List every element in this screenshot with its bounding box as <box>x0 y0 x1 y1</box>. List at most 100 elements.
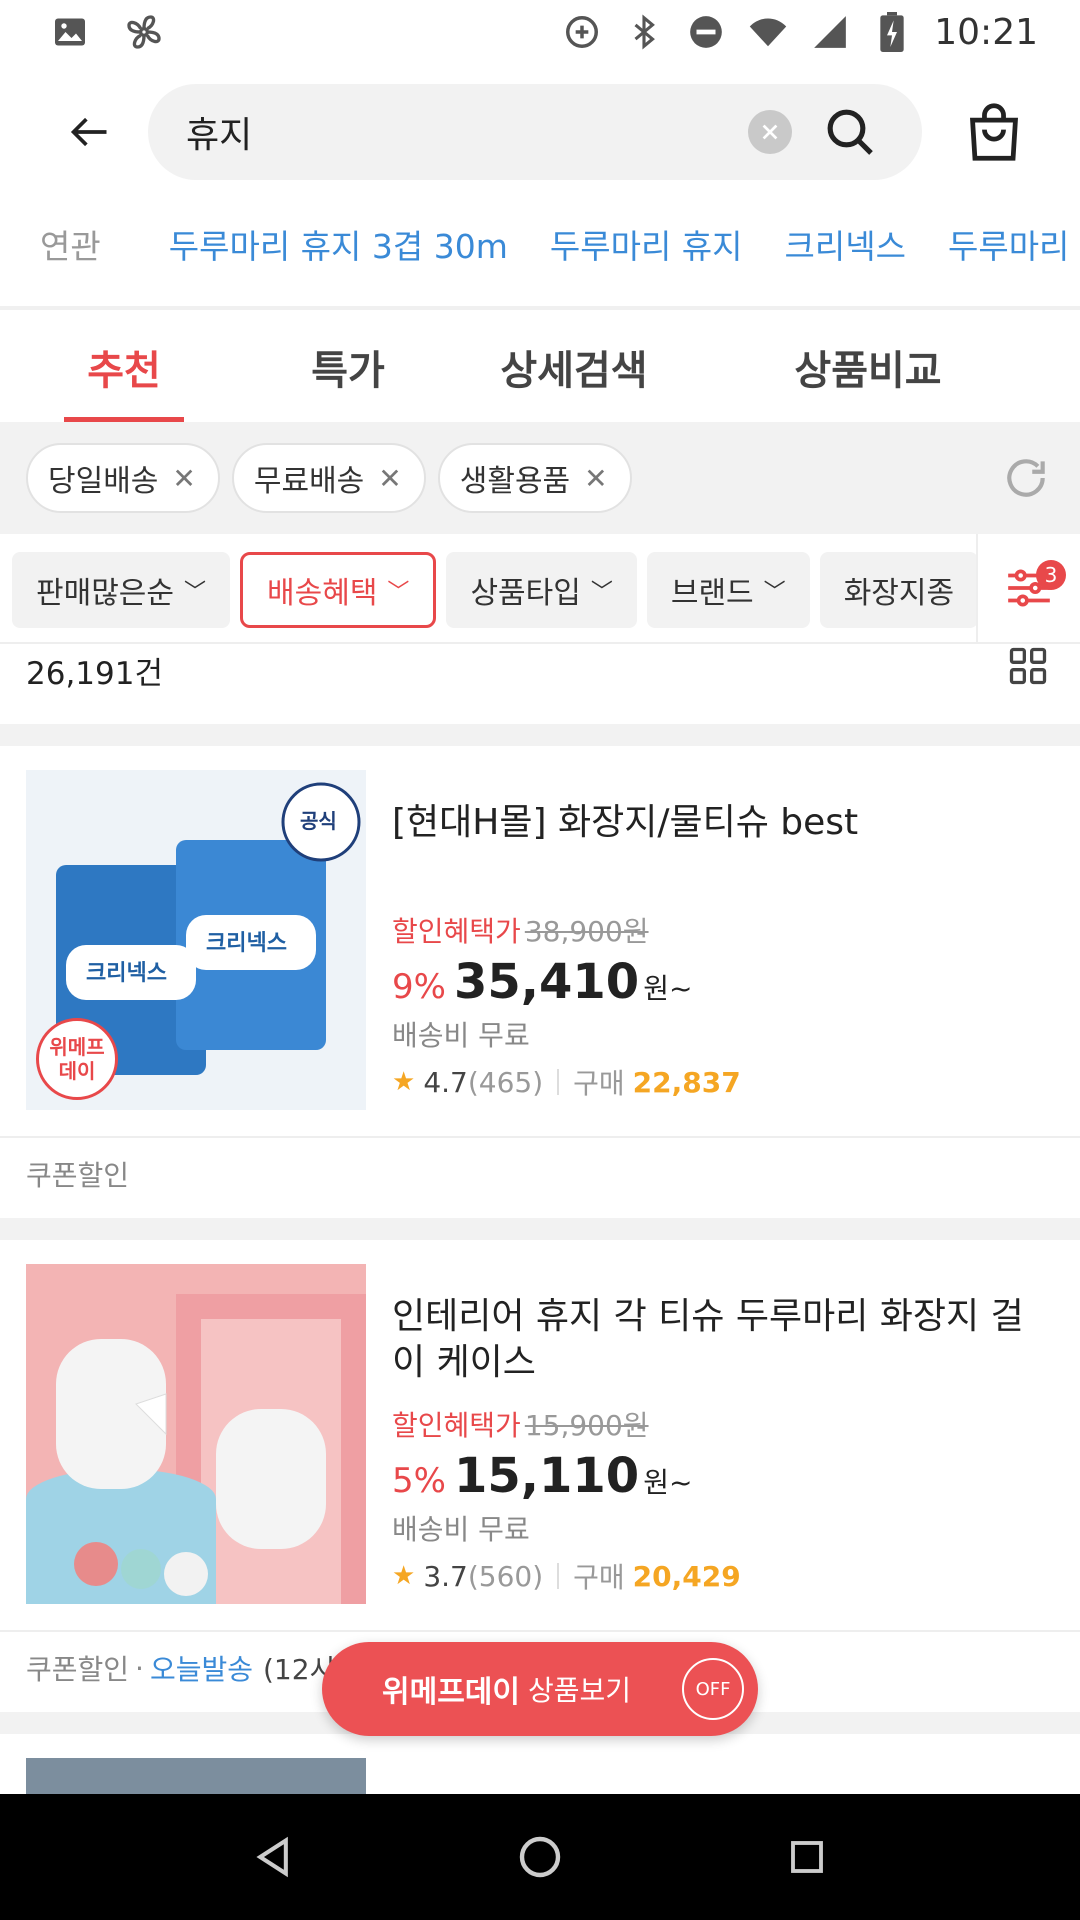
shipping-benefit-dropdown[interactable]: 배송혜택 ﹀ <box>240 552 437 628</box>
chip-label: 생활용품 <box>459 464 571 499</box>
banner-off-toggle[interactable]: OFF <box>682 1658 744 1720</box>
dnd-icon <box>686 12 726 52</box>
cart-button[interactable] <box>962 100 1026 164</box>
product-card[interactable] <box>0 1734 1080 1794</box>
grid-view-icon[interactable] <box>1006 644 1050 688</box>
product-card[interactable]: 크리넥스 크리넥스 공식 위메프 데이 [현대H몰] 화장지/물티슈 best … <box>0 746 1080 1218</box>
product-info: [현대H몰] 화장지/물티슈 best 할인혜택가 38,900원 9% 35,4… <box>392 800 1052 1102</box>
wemep-day-banner-button[interactable]: 위메프데이 상품보기 OFF <box>322 1642 758 1736</box>
data-saver-icon <box>562 12 602 52</box>
chevron-down-icon: ﹀ <box>590 580 613 605</box>
discount-price-label: 할인혜택가 <box>392 915 521 948</box>
chip-label: 당일배송 <box>48 464 159 499</box>
chevron-down-icon: ﹀ <box>763 580 786 605</box>
search-header <box>0 84 1080 180</box>
brand-dropdown[interactable]: 브랜드 ﹀ <box>646 552 810 628</box>
search-box <box>148 84 922 180</box>
filter-chip[interactable]: 생활용품 ✕ <box>437 443 632 513</box>
rating-score: 4.7 <box>423 1065 468 1099</box>
related-keyword[interactable]: 크리넥스 <box>785 220 906 268</box>
same-day-ship-tag: 오늘발송 <box>149 1653 253 1686</box>
tab-detailed-search[interactable]: 상세검색 <box>474 312 674 422</box>
dropdown-label: 브랜드 <box>670 576 754 611</box>
active-filter-chips: 당일배송 ✕ 무료배송 ✕ 생활용품 ✕ <box>0 422 1080 534</box>
bluetooth-icon <box>624 12 664 52</box>
discount-percent: 9% <box>392 967 446 1007</box>
currency-unit: 원~ <box>643 972 693 1005</box>
svg-text:크리넥스: 크리넥스 <box>86 961 167 986</box>
product-image[interactable] <box>26 1264 366 1604</box>
battery-icon <box>872 12 912 52</box>
related-keyword[interactable]: 두루마리 휴지 3겹 30m <box>169 220 508 268</box>
filter-button[interactable]: 3 <box>976 534 1080 642</box>
related-keywords: 연관 두루마리 휴지 3겹 30m 두루마리 휴지 크리넥스 두루마리 휴지 3… <box>0 212 1080 276</box>
divider <box>557 1563 560 1589</box>
remove-chip-icon[interactable]: ✕ <box>172 462 195 495</box>
product-tags: 쿠폰할인 <box>0 1136 1080 1210</box>
purchase-count: 20,429 <box>632 1559 741 1593</box>
sale-price: 15,110 <box>453 1448 640 1504</box>
tab-special-deals[interactable]: 특가 <box>288 312 408 422</box>
related-keyword[interactable]: 두루마리 휴지 3겹 <box>948 220 1080 268</box>
sort-filter-bar: 판매많은순 ﹀ 배송혜택 ﹀ 상품타입 ﹀ 브랜드 ﹀ 화장지종 3 <box>0 534 1080 644</box>
reset-filters-button[interactable] <box>996 448 1056 508</box>
svg-text:공식: 공식 <box>300 809 337 833</box>
fan-icon <box>124 12 164 52</box>
product-image[interactable] <box>26 1758 366 1794</box>
tab-compare[interactable]: 상품비교 <box>768 312 968 422</box>
section-gap <box>0 1218 1080 1240</box>
filter-chip[interactable]: 무료배송 ✕ <box>231 443 426 513</box>
svg-text:크리넥스: 크리넥스 <box>206 931 287 956</box>
product-image[interactable]: 크리넥스 크리넥스 공식 위메프 데이 <box>26 770 366 1110</box>
review-count: (465) <box>467 1065 544 1099</box>
sort-dropdown[interactable]: 판매많은순 ﹀ <box>12 552 231 628</box>
filter-chip[interactable]: 당일배송 ✕ <box>26 443 220 513</box>
clock: 10:21 <box>934 11 1038 53</box>
back-button[interactable] <box>60 104 120 160</box>
chip-label: 무료배송 <box>253 464 365 499</box>
remove-chip-icon[interactable]: ✕ <box>378 462 401 495</box>
divider <box>0 306 1080 310</box>
discount-price-label: 할인혜택가 <box>392 1409 521 1442</box>
tab-bar: 추천 특가 상세검색 상품비교 <box>0 312 1080 422</box>
clear-search-button[interactable] <box>748 110 792 154</box>
remove-chip-icon[interactable]: ✕ <box>584 462 607 495</box>
review-count: (560) <box>467 1559 544 1593</box>
product-title[interactable]: [현대H몰] 화장지/물티슈 best <box>392 800 1052 846</box>
product-type-dropdown[interactable]: 상품타입 ﹀ <box>446 552 637 628</box>
purchase-label: 구매 <box>573 1561 625 1594</box>
nav-home-icon[interactable] <box>510 1827 570 1887</box>
star-icon: ★ <box>392 1561 416 1591</box>
result-count-row: 26,191건 <box>0 644 1080 724</box>
price-label-row: 할인혜택가 15,900원 <box>392 1404 1052 1444</box>
filter-count-badge: 3 <box>1036 560 1066 590</box>
tab-recommended[interactable]: 추천 <box>64 312 184 422</box>
rating-row: ★ 3.7 (560) 구매 20,429 <box>392 1556 1052 1596</box>
wemep-day-badge: 위메프 데이 <box>36 1018 118 1100</box>
price-row: 9% 35,410 원~ <box>392 954 1052 1010</box>
price-row: 5% 15,110 원~ <box>392 1448 1052 1504</box>
nav-recents-icon[interactable] <box>777 1827 837 1887</box>
dropdown-label: 화장지종 <box>843 576 955 611</box>
related-keyword[interactable]: 두루마리 휴지 <box>550 220 743 268</box>
search-input[interactable] <box>186 106 726 158</box>
tissue-type-dropdown[interactable]: 화장지종 <box>819 552 979 628</box>
system-nav-bar <box>0 1794 1080 1920</box>
dropdown-label: 상품타입 <box>470 576 581 611</box>
purchase-count: 22,837 <box>632 1065 741 1099</box>
dropdown-label: 판매많은순 <box>36 576 174 611</box>
divider <box>557 1069 560 1095</box>
currency-unit: 원~ <box>643 1466 693 1499</box>
chevron-down-icon: ﹀ <box>184 580 207 605</box>
purchase-label: 구매 <box>573 1067 625 1100</box>
search-button[interactable] <box>820 102 880 162</box>
shipping-info: 배송비 무료 <box>392 1019 530 1052</box>
status-bar: 10:21 <box>0 0 1080 64</box>
chevron-down-icon: ﹀ <box>387 580 410 605</box>
tag-separator: · <box>135 1651 144 1685</box>
product-title[interactable]: 인테리어 휴지 각 티슈 두루마리 화장지 걸이 케이스 <box>392 1294 1052 1386</box>
gallery-icon <box>50 12 90 52</box>
nav-back-icon[interactable] <box>243 1827 303 1887</box>
related-label: 연관 <box>40 227 101 266</box>
banner-brand: 위메프데이 <box>382 1675 520 1710</box>
